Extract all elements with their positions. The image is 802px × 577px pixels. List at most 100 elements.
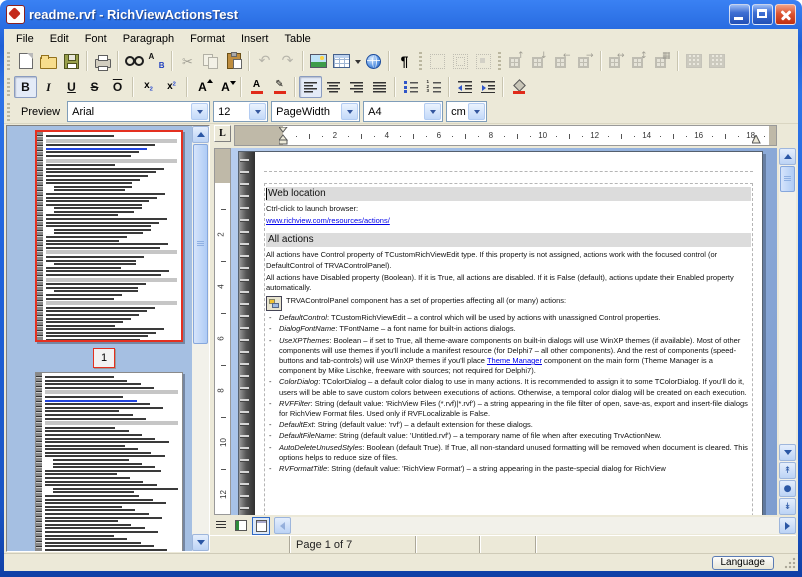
menu-file[interactable]: File bbox=[8, 31, 42, 47]
find-button[interactable] bbox=[122, 50, 145, 72]
tab-selector-button[interactable]: L bbox=[214, 125, 231, 142]
page-layout-view-button[interactable] bbox=[252, 517, 270, 535]
thumbnail-line bbox=[54, 186, 133, 188]
numbered-list-button[interactable] bbox=[422, 76, 445, 98]
bold-button[interactable]: B bbox=[14, 76, 37, 98]
language-button[interactable]: Language bbox=[712, 556, 775, 570]
scroll-down-icon[interactable] bbox=[192, 534, 209, 551]
text-highlight-button[interactable]: ✎ bbox=[268, 76, 291, 98]
thumbnail-scrollbar[interactable] bbox=[192, 126, 209, 551]
client-area: File Edit Font Paragraph Format Insert T… bbox=[4, 29, 798, 571]
show-paragraph-marks-button[interactable]: ¶ bbox=[393, 50, 416, 72]
font-color-button[interactable]: A bbox=[245, 76, 268, 98]
insert-hyperlink-button[interactable] bbox=[362, 50, 385, 72]
bullet-list-button[interactable] bbox=[399, 76, 422, 98]
align-left-button[interactable] bbox=[299, 76, 322, 98]
document-page[interactable]: Web location Ctrl-click to launch browse… bbox=[238, 151, 763, 515]
italic-button[interactable]: I bbox=[37, 76, 60, 98]
replace-button[interactable] bbox=[145, 50, 168, 72]
title-bar[interactable]: readme.rvf - RichViewActionsTest bbox=[0, 0, 802, 29]
toolbar-grip[interactable] bbox=[498, 52, 501, 70]
combo-arrow-icon[interactable] bbox=[341, 103, 358, 120]
shrink-font-button[interactable]: A bbox=[214, 76, 237, 98]
page-thumbnail-2[interactable] bbox=[35, 372, 183, 551]
normal-view-button[interactable] bbox=[212, 517, 230, 535]
grow-font-button[interactable]: A bbox=[191, 76, 214, 98]
scroll-up-icon[interactable] bbox=[779, 148, 796, 165]
close-icon[interactable] bbox=[775, 4, 796, 25]
thumbnail-line bbox=[45, 524, 131, 526]
subscript-button[interactable]: x2 bbox=[137, 76, 160, 98]
toolbar-grip[interactable] bbox=[7, 103, 10, 121]
indent-markers-icon[interactable] bbox=[279, 127, 288, 146]
select-browse-object-button[interactable]: ● bbox=[779, 480, 796, 497]
ruler-tick bbox=[221, 469, 226, 470]
combo-arrow-icon[interactable] bbox=[249, 103, 266, 120]
underline-button[interactable]: U bbox=[60, 76, 83, 98]
align-center-button[interactable] bbox=[322, 76, 345, 98]
separator bbox=[186, 77, 188, 97]
justify-button[interactable] bbox=[368, 76, 391, 98]
scrollbar-thumb[interactable] bbox=[780, 166, 795, 192]
units-combo[interactable]: cm bbox=[446, 101, 487, 122]
doc-hyperlink[interactable]: Theme Manager bbox=[487, 356, 542, 365]
insert-table-button[interactable] bbox=[330, 50, 353, 72]
doc-icon-paragraph: TRVAControlPanel component has a set of … bbox=[266, 296, 751, 311]
insert-table-dropdown[interactable] bbox=[353, 50, 362, 72]
decrease-indent-button[interactable] bbox=[453, 76, 476, 98]
thumbnail-line bbox=[45, 452, 151, 454]
preview-button[interactable]: Preview bbox=[14, 103, 67, 121]
overline-button[interactable]: O bbox=[106, 76, 129, 98]
paper-size-combo[interactable]: A4 bbox=[363, 101, 443, 122]
document-vscrollbar[interactable]: ↟ ● ↡ bbox=[779, 148, 796, 515]
zoom-combo[interactable]: PageWidth bbox=[271, 101, 360, 122]
strikethrough-button[interactable]: S bbox=[83, 76, 106, 98]
scroll-down-icon[interactable] bbox=[779, 444, 796, 461]
font-size-combo[interactable]: 12 bbox=[213, 101, 268, 122]
new-document-button[interactable] bbox=[14, 50, 37, 72]
save-button[interactable] bbox=[60, 50, 83, 72]
combo-arrow-icon[interactable] bbox=[191, 103, 208, 120]
toolbar-grip[interactable] bbox=[419, 52, 422, 70]
vertical-ruler[interactable]: 2468101214 bbox=[214, 148, 231, 515]
thumbnail-line bbox=[46, 175, 148, 177]
thumbnail-line bbox=[46, 225, 151, 227]
scroll-up-icon[interactable] bbox=[192, 126, 209, 143]
superscript-button[interactable]: x2 bbox=[160, 76, 183, 98]
next-page-button[interactable]: ↡ bbox=[779, 498, 796, 515]
document-hscrollbar[interactable] bbox=[274, 517, 796, 534]
cut-button: ✂ bbox=[176, 50, 199, 72]
menu-format[interactable]: Format bbox=[182, 31, 233, 47]
toolbar-grip[interactable] bbox=[7, 78, 10, 96]
maximize-icon[interactable] bbox=[752, 4, 773, 25]
scrollbar-thumb[interactable] bbox=[193, 144, 208, 344]
font-name-combo[interactable]: Arial bbox=[67, 101, 210, 122]
open-file-button[interactable] bbox=[37, 50, 60, 72]
menu-edit[interactable]: Edit bbox=[42, 31, 77, 47]
print-button[interactable] bbox=[91, 50, 114, 72]
menu-font[interactable]: Font bbox=[77, 31, 115, 47]
resize-grip[interactable] bbox=[784, 557, 796, 569]
scroll-right-icon[interactable] bbox=[779, 517, 796, 534]
combo-arrow-icon[interactable] bbox=[424, 103, 441, 120]
horizontal-ruler[interactable]: 24681012141618 bbox=[234, 125, 777, 146]
paste-button[interactable] bbox=[222, 50, 245, 72]
toolbar-grip[interactable] bbox=[7, 52, 10, 70]
minimize-icon[interactable] bbox=[729, 4, 750, 25]
thumbnail-line bbox=[46, 307, 155, 309]
fill-color-button[interactable] bbox=[507, 76, 530, 98]
doc-hyperlink[interactable]: www.richview.com/resources/actions/ bbox=[266, 216, 390, 225]
document-canvas[interactable]: Web location Ctrl-click to launch browse… bbox=[231, 148, 777, 515]
page-thumbnail-1[interactable] bbox=[35, 130, 183, 342]
increase-indent-button[interactable] bbox=[476, 76, 499, 98]
document-content[interactable]: Web location Ctrl-click to launch browse… bbox=[266, 187, 751, 475]
menu-insert[interactable]: Insert bbox=[233, 31, 277, 47]
scroll-left-icon[interactable] bbox=[274, 517, 291, 534]
menu-paragraph[interactable]: Paragraph bbox=[115, 31, 182, 47]
previous-page-button[interactable]: ↟ bbox=[779, 462, 796, 479]
insert-picture-button[interactable] bbox=[307, 50, 330, 72]
align-right-button[interactable] bbox=[345, 76, 368, 98]
web-view-button[interactable] bbox=[232, 517, 250, 535]
combo-arrow-icon[interactable] bbox=[468, 103, 485, 120]
menu-table[interactable]: Table bbox=[276, 31, 318, 47]
